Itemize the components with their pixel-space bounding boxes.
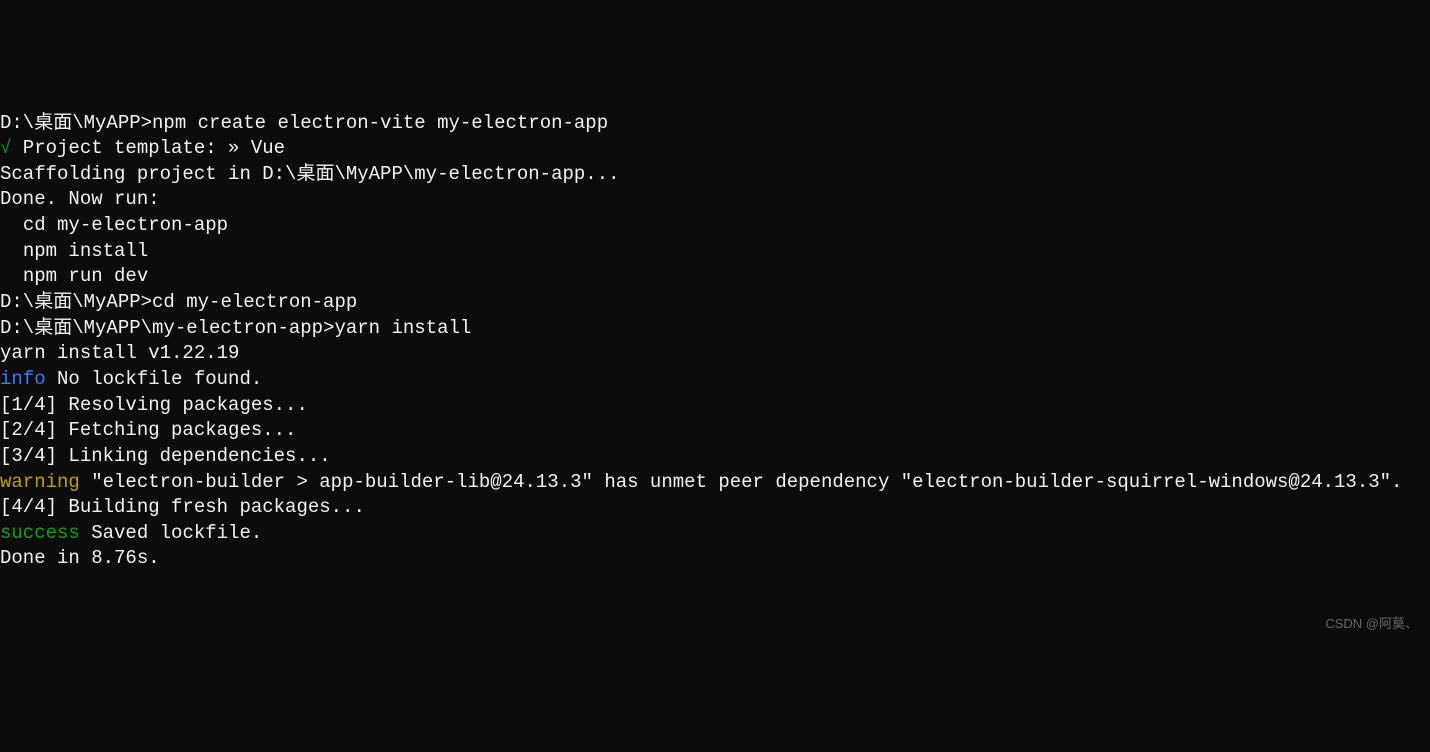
command-text: yarn install bbox=[334, 317, 471, 339]
instruction-dev: npm run dev bbox=[0, 264, 1430, 290]
info-label: info bbox=[0, 368, 46, 390]
prompt-path: D:\桌面\MyAPP> bbox=[0, 112, 152, 134]
step-resolving: [1/4] Resolving packages... bbox=[0, 393, 1430, 419]
scaffold-message: Scaffolding project in D:\桌面\MyAPP\my-el… bbox=[0, 162, 1430, 188]
warning-label: warning bbox=[0, 471, 80, 493]
template-value: Vue bbox=[239, 137, 285, 159]
terminal-output[interactable]: D:\桌面\MyAPP>npm create electron-vite my-… bbox=[0, 111, 1430, 573]
step-building: [4/4] Building fresh packages... bbox=[0, 495, 1430, 521]
arrow-icon: » bbox=[228, 137, 239, 159]
command-text: cd my-electron-app bbox=[152, 291, 357, 313]
yarn-version: yarn install v1.22.19 bbox=[0, 341, 1430, 367]
done-time: Done in 8.76s. bbox=[0, 546, 1430, 572]
step-fetching: [2/4] Fetching packages... bbox=[0, 418, 1430, 444]
done-message: Done. Now run: bbox=[0, 187, 1430, 213]
warning-text: "electron-builder > app-builder-lib@24.1… bbox=[80, 471, 1403, 493]
instruction-cd: cd my-electron-app bbox=[0, 213, 1430, 239]
template-label: Project template: bbox=[11, 137, 228, 159]
checkmark-icon: √ bbox=[0, 137, 11, 159]
info-text: No lockfile found. bbox=[46, 368, 263, 390]
prompt-path: D:\桌面\MyAPP\my-electron-app> bbox=[0, 317, 334, 339]
prompt-path: D:\桌面\MyAPP> bbox=[0, 291, 152, 313]
success-label: success bbox=[0, 522, 80, 544]
command-text: npm create electron-vite my-electron-app bbox=[152, 112, 608, 134]
step-linking: [3/4] Linking dependencies... bbox=[0, 444, 1430, 470]
watermark: CSDN @阿莫、 bbox=[1325, 615, 1418, 633]
instruction-install: npm install bbox=[0, 239, 1430, 265]
success-text: Saved lockfile. bbox=[80, 522, 262, 544]
